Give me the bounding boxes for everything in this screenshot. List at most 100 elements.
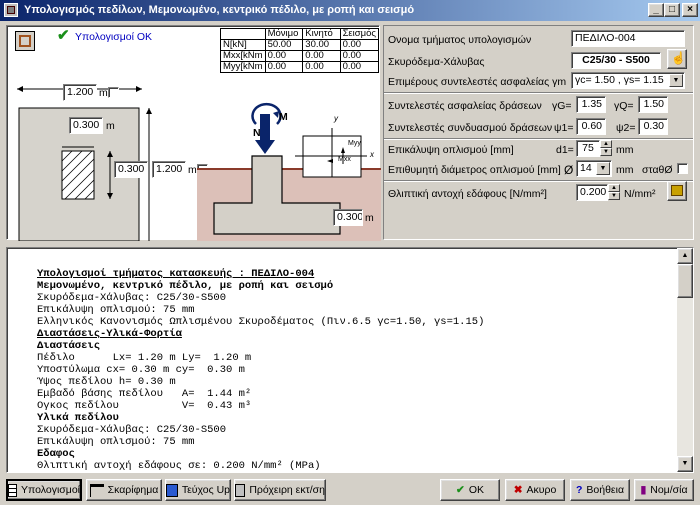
d1-spinner[interactable]: ▲ ▼	[600, 140, 612, 157]
table-cell[interactable]: 50.00	[264, 39, 304, 51]
close-icon: ✖	[513, 484, 523, 496]
table-cell[interactable]: 0.00	[339, 61, 380, 73]
printer-icon	[235, 483, 246, 497]
cancel-button[interactable]: ✖ Ακυρο	[505, 479, 565, 501]
h-input[interactable]: 0.300	[333, 209, 363, 226]
close-button[interactable]: ×	[682, 3, 698, 17]
print-button[interactable]: Πρόχειρη εκτ/ση	[234, 479, 326, 501]
ly-input[interactable]: 1.200	[152, 161, 186, 178]
gQ-input[interactable]: 1.50	[638, 96, 668, 113]
table-row: Myy[kNm 0.00 0.00 0.00	[220, 61, 380, 73]
sketch-button[interactable]: Σκαρίφημα	[86, 479, 162, 501]
report-line: Υποστύλωμα cx= 0.30 m cy= 0.30 m	[37, 364, 245, 376]
axis-x-label: x	[370, 150, 374, 159]
constant-diameter-label: σταθØ	[642, 164, 673, 176]
soil-spinner[interactable]: ▲ ▼	[608, 184, 620, 201]
table-header: Μόνιμο	[264, 28, 304, 40]
table-row: N[kN] 50.00 30.00 0.00	[220, 39, 380, 51]
partial-factors-value: γc= 1.50 , γs= 1.15	[575, 74, 664, 86]
gG-input[interactable]: 1.35	[576, 96, 606, 113]
ok-button[interactable]: ✔ OK	[440, 479, 500, 501]
title-bar: Υπολογισμός πεδίλων, Μεμονωμένο, κεντρικ…	[0, 0, 700, 21]
scroll-up-button[interactable]: ▲	[677, 248, 693, 264]
gQ-label: γQ=	[614, 100, 634, 112]
partial-factors-label: Επιμέρους συντελεστές ασφαλείας γm	[388, 76, 567, 88]
material-label: Σκυρόδεμα-Χάλυβας	[388, 56, 485, 68]
help-label: Βοήθεια	[586, 484, 625, 496]
part-name-input[interactable]: ΠΕΔΙΛΟ-004	[571, 30, 685, 47]
report-area[interactable]: Υπολογισμοί τμήματος κατασκευής : ΠΕΔΙΛΟ…	[6, 247, 694, 473]
help-button[interactable]: ? Βοήθεια	[570, 479, 630, 501]
cy-input[interactable]: 0.300	[114, 161, 148, 178]
cancel-label: Ακυρο	[526, 484, 557, 496]
sketch-label: Σκαρίφημα	[107, 484, 159, 496]
table-icon	[8, 483, 18, 497]
table-cell[interactable]: 30.00	[302, 39, 341, 51]
chevron-down-icon[interactable]: ▼	[596, 162, 610, 175]
table-cell[interactable]: 0.00	[339, 50, 380, 62]
check-icon: ✔	[456, 484, 465, 496]
calculations-button[interactable]: Υπολογισμοί	[6, 479, 82, 501]
psi2-input[interactable]: 0.30	[638, 118, 668, 135]
report-line: Υπολογισμοί τμήματος κατασκευής : ΠΕΔΙΛΟ…	[37, 268, 315, 280]
sketch-icon	[89, 483, 104, 497]
calculator-button[interactable]: ▮ Νομ/σία	[634, 479, 694, 501]
table-cell[interactable]: 0.00	[339, 39, 380, 51]
report-line: Διαστάσεις-Υλικά-Φορτία	[37, 328, 182, 340]
soil-unit: N/mm²	[624, 188, 656, 200]
calculations-label: Υπολογισμοί	[21, 484, 80, 496]
n-label: N	[253, 127, 261, 139]
separator	[384, 180, 693, 182]
soil-label: Θλιπτική αντοχή εδάφους [N/mm²]	[388, 188, 547, 200]
status-text: Υπολογισμοί OK	[75, 31, 153, 43]
material-field[interactable]: C25/30 - S500	[571, 52, 661, 69]
mxx-label: Mxx	[338, 156, 351, 163]
psi1-label: ψ1=	[554, 122, 574, 134]
report-line: Ογκος πεδίλου V= 0.43 m³	[37, 400, 252, 412]
partial-factors-select[interactable]: γc= 1.50 , γs= 1.15 ▼	[571, 72, 685, 89]
psi1-input[interactable]: 0.60	[576, 118, 606, 135]
minimize-button[interactable]: _	[648, 3, 664, 17]
loads-table: Μόνιμο Κινητό Σεισμός N[kN] 50.00 30.00 …	[220, 28, 380, 73]
table-cell[interactable]: 0.00	[264, 50, 304, 62]
d1-unit: mm	[616, 144, 634, 156]
scroll-thumb[interactable]	[677, 264, 693, 298]
lx-checkbox[interactable]	[108, 87, 119, 98]
report-line: Υλικά πεδίλου	[37, 412, 119, 424]
table-cell[interactable]: 0.00	[264, 61, 304, 73]
material-picker-button[interactable]: ☝	[667, 49, 687, 69]
maximize-button[interactable]: □	[664, 3, 680, 17]
diameter-select[interactable]: 14 ▼	[576, 160, 612, 177]
report-line: Θλιπτική αντοχή εδάφους σε: 0.200 N/mm² …	[37, 460, 321, 472]
report-line: Επικάλυψη οπλισμού: 75 mm	[37, 436, 195, 448]
report-line: Μεμονωμένο, κεντρικό πέδιλο, με ροπή και…	[37, 280, 334, 292]
print-label: Πρόχειρη εκτ/ση	[249, 484, 325, 496]
table-cell[interactable]: 0.00	[302, 50, 341, 62]
constant-diameter-checkbox[interactable]	[677, 163, 688, 174]
cx-input[interactable]: 0.300	[69, 117, 103, 134]
psi2-label: ψ2=	[616, 122, 636, 134]
soil-input[interactable]: 0.200	[576, 184, 608, 201]
axis-y-label: y	[334, 114, 338, 123]
report-line: Πέδιλο Lx= 1.20 m Ly= 1.20 m	[37, 352, 252, 364]
lx-input[interactable]: 1.200	[63, 84, 97, 101]
diameter-value: 14	[580, 162, 592, 174]
hand-pointer-icon: ☝	[671, 51, 686, 65]
myy-label: Myy	[348, 140, 361, 147]
book-icon	[671, 185, 683, 196]
soil-table-button[interactable]	[667, 181, 687, 201]
d1-input[interactable]: 75	[576, 140, 600, 157]
chevron-down-icon[interactable]: ▼	[669, 74, 683, 87]
report-line: Σκυρόδεμα-Χάλυβας: C25/30-S500	[37, 424, 227, 436]
ly-unit: m	[188, 164, 197, 176]
vertical-scrollbar[interactable]: ▲ ▼	[677, 248, 693, 472]
d1-label: d1=	[556, 144, 574, 156]
action-factors-label: Συντελεστές ασφαλείας δράσεων	[388, 100, 542, 112]
scroll-down-button[interactable]: ▼	[677, 456, 693, 472]
cx-unit: m	[106, 120, 115, 132]
table-header-row: Μόνιμο Κινητό Σεισμός	[220, 28, 380, 40]
teuxos-button[interactable]: Τεύχος Up	[165, 479, 231, 501]
table-cell[interactable]: 0.00	[302, 61, 341, 73]
cover-label: Επικάλυψη οπλισμού [mm]	[388, 144, 514, 156]
report-line: Εμβαδό βάσης πεδίλου A= 1.44 m²	[37, 388, 252, 400]
